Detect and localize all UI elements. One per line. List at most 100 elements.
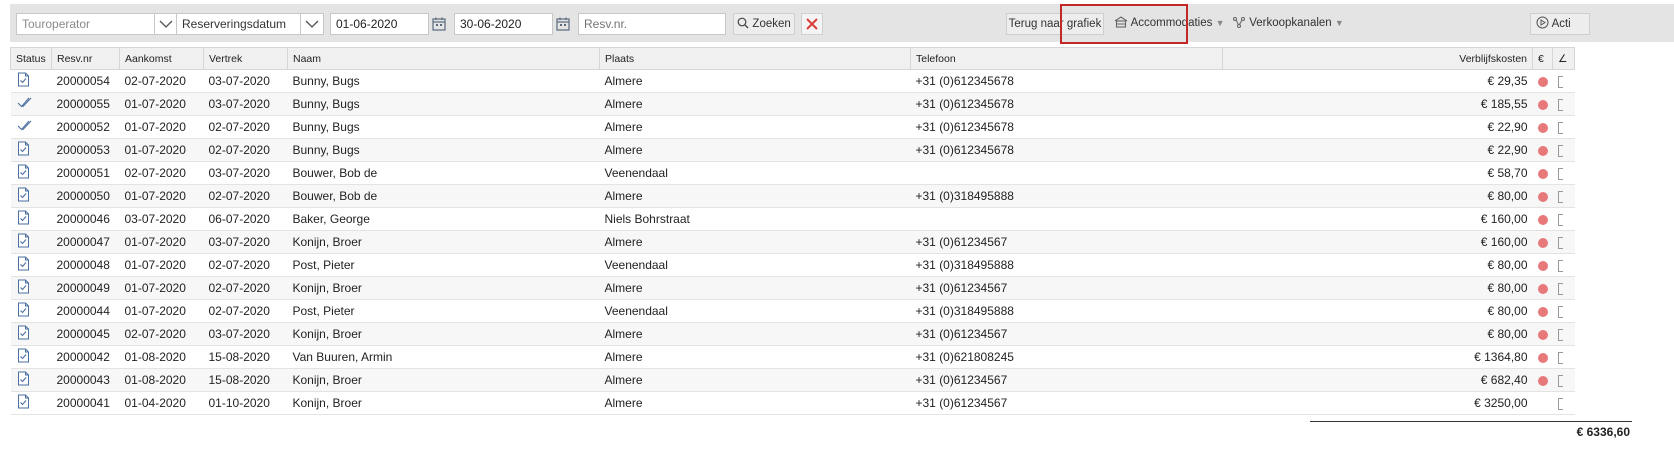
cell-extra[interactable] (1552, 69, 1575, 93)
checkbox-stub[interactable] (1557, 75, 1563, 88)
document-check-icon (17, 371, 30, 389)
checkbox-stub[interactable] (1557, 305, 1563, 318)
col-cost[interactable]: Verblijfskosten (1222, 47, 1533, 70)
col-departure[interactable]: Vertrek (203, 47, 288, 70)
cell-extra[interactable] (1552, 115, 1575, 139)
cell-extra[interactable] (1552, 276, 1575, 300)
col-phone[interactable]: Telefoon (910, 47, 1223, 70)
checkbox-stub[interactable] (1557, 98, 1563, 111)
cell-cost: € 80,00 (1222, 253, 1533, 277)
cell-arrival: 02-07-2020 (119, 69, 204, 93)
checkbox-stub[interactable] (1557, 144, 1563, 157)
cell-resv-nr: 20000050 (51, 184, 120, 208)
resv-nr-input[interactable] (578, 13, 726, 35)
cell-name: Post, Pieter (287, 253, 600, 277)
cell-resv-nr: 20000052 (51, 115, 120, 139)
cell-name: Konijn, Broer (287, 391, 600, 415)
checkbox-stub[interactable] (1557, 167, 1563, 180)
checkbox-stub[interactable] (1557, 374, 1563, 387)
checkbox-stub[interactable] (1557, 351, 1563, 364)
cell-extra[interactable] (1552, 184, 1575, 208)
search-icon (737, 17, 749, 29)
checkbox-stub[interactable] (1557, 213, 1563, 226)
col-extra[interactable]: ∠ (1552, 47, 1575, 70)
cell-cost: € 22,90 (1222, 138, 1533, 162)
table-row[interactable]: 20000054 02-07-2020 03-07-2020 Bunny, Bugs A… (10, 69, 1575, 93)
status-dot (1537, 352, 1548, 363)
cell-extra[interactable] (1552, 299, 1575, 323)
sales-channels-button[interactable]: Verkoopkanalen ▼ (1232, 13, 1344, 35)
table-row[interactable]: 20000042 01-08-2020 15-08-2020 Van Buuren, … (10, 345, 1575, 369)
cell-extra[interactable] (1552, 230, 1575, 254)
actions-button[interactable]: Acti (1530, 13, 1590, 35)
cell-place: Veenendaal (599, 161, 911, 185)
cell-name: Bouwer, Bob de (287, 184, 600, 208)
cell-resv-nr: 20000055 (51, 92, 120, 116)
table-row[interactable]: 20000055 01-07-2020 03-07-2020 Bunny, Bugs A… (10, 92, 1575, 116)
cell-status-dot (1532, 69, 1553, 93)
checkbox-stub[interactable] (1557, 236, 1563, 249)
cell-extra[interactable] (1552, 207, 1575, 231)
table-row[interactable]: 20000048 01-07-2020 02-07-2020 Post, Pieter… (10, 253, 1575, 277)
cell-place: Almere (599, 230, 911, 254)
cell-cost: € 185,55 (1222, 92, 1533, 116)
date-from-input[interactable]: 01-06-2020 (330, 13, 429, 35)
cell-place: Almere (599, 138, 911, 162)
cell-extra[interactable] (1552, 138, 1575, 162)
cell-place: Almere (599, 184, 911, 208)
cell-arrival: 02-07-2020 (119, 161, 204, 185)
calendar-icon[interactable] (555, 16, 571, 32)
document-check-icon (17, 256, 30, 274)
cell-extra[interactable] (1552, 391, 1575, 415)
actions-label: Acti (1551, 18, 1571, 30)
date-to-input[interactable]: 30-06-2020 (454, 13, 553, 35)
cell-status-dot (1532, 322, 1553, 346)
table-row[interactable]: 20000050 01-07-2020 02-07-2020 Bouwer, Bob … (10, 184, 1575, 208)
document-check-icon (17, 164, 30, 182)
cell-extra[interactable] (1552, 345, 1575, 369)
touroperator-select[interactable]: Touroperator (16, 13, 178, 35)
cell-extra[interactable] (1552, 161, 1575, 185)
col-resv-nr[interactable]: Resv.nr (51, 47, 120, 70)
search-button[interactable]: Zoeken (733, 13, 795, 35)
table-row[interactable]: 20000047 01-07-2020 03-07-2020 Konijn, Broe… (10, 230, 1575, 254)
col-name[interactable]: Naam (287, 47, 600, 70)
col-status[interactable]: Status (10, 47, 52, 70)
table-row[interactable]: 20000041 01-04-2020 01-10-2020 Konijn, Broe… (10, 391, 1575, 415)
table-row[interactable]: 20000043 01-08-2020 15-08-2020 Konijn, Broe… (10, 368, 1575, 392)
table-row[interactable]: 20000052 01-07-2020 02-07-2020 Bunny, Bugs A… (10, 115, 1575, 139)
col-currency[interactable]: € (1532, 47, 1553, 70)
cell-extra[interactable] (1552, 322, 1575, 346)
checkbox-stub[interactable] (1557, 190, 1563, 203)
calendar-icon[interactable] (431, 16, 447, 32)
table-row[interactable]: 20000044 01-07-2020 02-07-2020 Post, Pieter… (10, 299, 1575, 323)
cell-extra[interactable] (1552, 253, 1575, 277)
document-check-icon (17, 348, 30, 366)
cell-place: Almere (599, 368, 911, 392)
checkbox-stub[interactable] (1557, 328, 1563, 341)
col-place[interactable]: Plaats (599, 47, 911, 70)
table-row[interactable]: 20000045 02-07-2020 03-07-2020 Konijn, Broe… (10, 322, 1575, 346)
table-row[interactable]: 20000051 02-07-2020 03-07-2020 Bouwer, Bob … (10, 161, 1575, 185)
checkbox-stub[interactable] (1557, 282, 1563, 295)
table-row[interactable]: 20000046 03-07-2020 06-07-2020 Baker, Georg… (10, 207, 1575, 231)
date-type-select[interactable]: Reserveringsdatum (176, 13, 324, 35)
cell-resv-nr: 20000054 (51, 69, 120, 93)
checkbox-stub[interactable] (1557, 397, 1563, 410)
status-dot (1537, 122, 1548, 133)
cell-cost: € 29,35 (1222, 69, 1533, 93)
cell-cost: € 682,40 (1222, 368, 1533, 392)
status-dot (1537, 76, 1548, 87)
table-row[interactable]: 20000049 01-07-2020 02-07-2020 Konijn, Broe… (10, 276, 1575, 300)
checkbox-stub[interactable] (1557, 121, 1563, 134)
cell-extra[interactable] (1552, 368, 1575, 392)
cell-extra[interactable] (1552, 92, 1575, 116)
checkbox-stub[interactable] (1557, 259, 1563, 272)
col-arrival[interactable]: Aankomst (119, 47, 204, 70)
status-dot (1537, 99, 1548, 110)
document-check-icon (17, 210, 30, 228)
clear-button[interactable] (801, 13, 823, 35)
cell-departure: 02-07-2020 (203, 299, 288, 323)
cell-phone: +31 (0)612345678 (910, 115, 1223, 139)
table-row[interactable]: 20000053 01-07-2020 02-07-2020 Bunny, Bugs A… (10, 138, 1575, 162)
